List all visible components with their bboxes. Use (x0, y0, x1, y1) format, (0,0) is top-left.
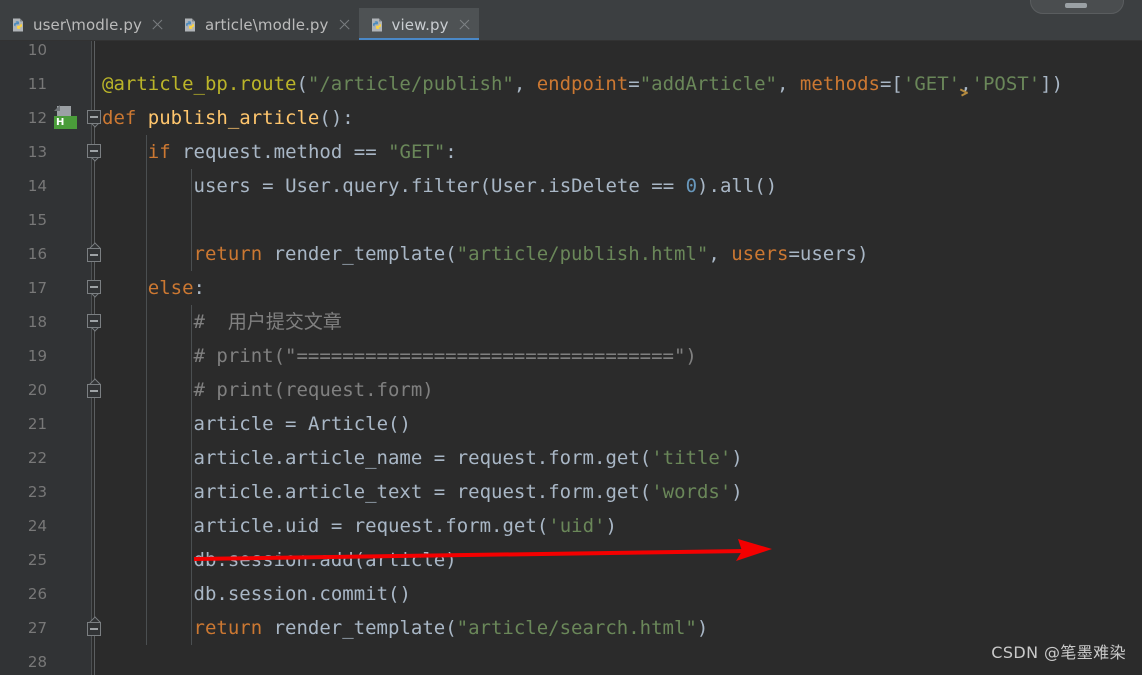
editor-tab-1[interactable]: user\modle.py (0, 8, 172, 41)
indent-guide (191, 169, 193, 271)
code-line[interactable]: article = Article() (102, 407, 411, 441)
code-line[interactable]: article.article_name = request.form.get(… (102, 441, 743, 475)
python-file-icon (10, 17, 26, 33)
tab-strip: user\modle.py article\modle.py view.py (0, 8, 479, 41)
line-number: 24 (27, 517, 47, 535)
code-line[interactable]: # print(request.form) (102, 373, 434, 407)
editor-tab-bar: user\modle.py article\modle.py view.py (0, 0, 1142, 41)
line-number: 14 (27, 177, 47, 195)
line-number: 16 (27, 245, 47, 263)
editor-gutter[interactable]: 10 11 12 13 14 15 16 17 18 19 20 21 22 23 24 25 26 27 28 H (0, 41, 92, 675)
line-number: 27 (27, 619, 47, 637)
page-with-badge-icon[interactable]: H (54, 105, 78, 130)
line-number: 11 (27, 75, 47, 93)
editor-tab-label: article\modle.py (204, 15, 329, 34)
csdn-watermark: CSDN @笔墨难染 (991, 643, 1126, 662)
top-right-widget-glyph (1065, 3, 1087, 8)
line-number: 26 (27, 585, 47, 603)
run-badge-label: H (54, 116, 77, 129)
line-number: 21 (27, 415, 47, 433)
code-line[interactable]: @article_bp.route("/article/publish", en… (102, 67, 1063, 101)
ide-window: user\modle.py article\modle.py view.py 10 1… (0, 0, 1142, 675)
line-number: 18 (27, 313, 47, 331)
code-line[interactable]: article.article_text = request.form.get(… (102, 475, 743, 509)
code-line[interactable]: users = User.query.filter(User.isDelete … (102, 169, 778, 203)
editor-tab-3[interactable]: view.py (358, 8, 479, 41)
code-line[interactable]: def publish_article(): (102, 101, 354, 135)
editor-tab-label: view.py (391, 15, 449, 34)
line-number: 12 (27, 109, 47, 127)
line-number: 10 (27, 41, 47, 59)
line-number: 17 (27, 279, 47, 297)
line-number: 25 (27, 551, 47, 569)
editor-tab-2[interactable]: article\modle.py (172, 8, 359, 41)
code-line[interactable]: return render_template("article/publish.… (102, 237, 869, 271)
editor-tab-label: user\modle.py (33, 15, 142, 34)
code-line[interactable]: article.uid = request.form.get('uid') (102, 509, 617, 543)
close-icon[interactable] (151, 18, 164, 31)
line-number: 20 (27, 381, 47, 399)
python-file-icon (369, 17, 385, 33)
line-number: 28 (27, 653, 47, 671)
indent-guide (145, 135, 147, 271)
indent-guide (145, 271, 147, 645)
python-file-icon (182, 17, 198, 33)
line-number: 23 (27, 483, 47, 501)
line-number: 19 (27, 347, 47, 365)
code-line[interactable]: db.session.commit() (102, 577, 411, 611)
line-number: 13 (27, 143, 47, 161)
close-icon[interactable] (338, 18, 351, 31)
close-icon[interactable] (458, 18, 471, 31)
top-right-widget[interactable] (1030, 0, 1124, 14)
code-line[interactable]: if request.method == "GET": (102, 135, 457, 169)
code-line[interactable]: return render_template("article/search.h… (102, 611, 709, 645)
line-number: 15 (27, 211, 47, 229)
code-line[interactable]: # 用户提交文章 (102, 305, 342, 339)
line-number: 22 (27, 449, 47, 467)
text-caret (960, 89, 969, 97)
code-text-area[interactable]: @article_bp.route("/article/publish", en… (92, 41, 1142, 675)
code-line[interactable]: else: (102, 271, 205, 305)
code-editor[interactable]: 10 11 12 13 14 15 16 17 18 19 20 21 22 23 24 25 26 27 28 H… (0, 41, 1142, 675)
indent-guide (191, 305, 193, 645)
code-line[interactable]: db.session.add(article) (102, 543, 457, 577)
